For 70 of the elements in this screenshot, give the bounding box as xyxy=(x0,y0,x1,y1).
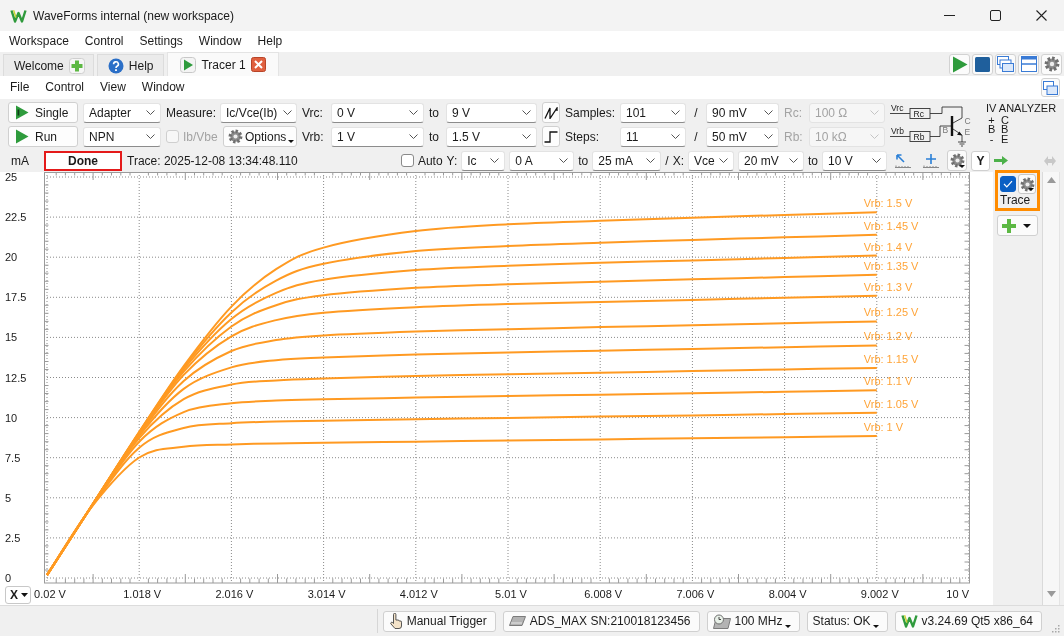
tick-label: 3.014 V xyxy=(307,588,346,600)
field-label: to xyxy=(429,105,440,120)
series-label: Vrb: 1 V xyxy=(863,421,904,434)
trace-label: Trace xyxy=(1000,194,1032,207)
field-label: Y: xyxy=(446,153,458,168)
field-label: Vrb: xyxy=(302,129,325,144)
terminal-label: B xyxy=(1001,125,1008,135)
tick-label: 12.5 xyxy=(5,371,27,384)
tick-label: 20 xyxy=(5,251,18,264)
tick-label: 0 xyxy=(5,572,12,584)
checkbox-label: Ib/Vbe xyxy=(183,129,218,144)
field-label: Measure: xyxy=(166,105,217,120)
tick-label: 2.016 V xyxy=(215,588,254,600)
field-label: to xyxy=(578,153,589,168)
field-label: Rc: xyxy=(784,105,803,120)
pin-label: - xyxy=(988,134,994,144)
series-label: Vrb: 1.45 V xyxy=(863,219,919,232)
window-title: WaveForms internal (new workspace) xyxy=(33,8,234,23)
field-label: Steps: xyxy=(565,129,601,144)
series-label: Vrb: 1.15 V xyxy=(863,352,919,365)
tick-label: 22.5 xyxy=(5,211,27,224)
field-label: to xyxy=(808,153,818,168)
series-label: Vrb: 1.2 V xyxy=(863,330,913,343)
field-label: X: xyxy=(672,153,684,168)
separator-label: / xyxy=(665,153,669,168)
tick-label: 8.004 V xyxy=(768,588,807,600)
acquisition-status: Done xyxy=(44,150,122,171)
series-label: Vrb: 1.4 V xyxy=(863,240,913,253)
series-label: Vrb: 1.5 V xyxy=(863,197,913,210)
tick-label: 7.5 xyxy=(5,451,21,464)
tick-label: 15 xyxy=(5,331,18,344)
tick-label: 2.5 xyxy=(5,531,21,544)
field-label: Rb: xyxy=(784,129,804,144)
series-label: Vrb: 1.25 V xyxy=(863,306,919,319)
tick-label: 1.018 V xyxy=(123,588,162,600)
tick-label: 7.006 V xyxy=(676,588,715,600)
tick-label: 5.01 V xyxy=(495,588,527,600)
circuit-label: Vrb xyxy=(891,125,904,136)
tick-label: 9.002 V xyxy=(860,588,899,600)
tick-label: 17.5 xyxy=(5,291,27,304)
terminal-label: C xyxy=(1001,115,1008,125)
pin-label: B xyxy=(988,125,995,135)
tick-label: 6.008 V xyxy=(584,588,623,600)
checkbox-label: Auto xyxy=(417,153,443,168)
terminal-label: E xyxy=(1001,134,1008,144)
tick-label: 5 xyxy=(5,491,12,504)
separator-label: / xyxy=(693,129,699,144)
tick-label: 10 V xyxy=(946,588,969,600)
axis-unit-label: mA xyxy=(10,153,30,168)
series-label: Vrb: 1.1 V xyxy=(863,375,913,388)
series-label: Vrb: 1.05 V xyxy=(863,397,919,410)
circuit-label: C xyxy=(964,115,971,126)
analyzer-title: IV ANALYZER xyxy=(986,104,1058,114)
circuit-label: E xyxy=(964,126,971,137)
tick-label: 10 xyxy=(5,411,18,424)
trace-timestamp: Trace: 2025-12-08 13:34:48.110 xyxy=(127,153,298,168)
separator-label: / xyxy=(693,105,699,120)
circuit-label: B xyxy=(942,124,949,135)
tick-label: 4.012 V xyxy=(399,588,438,600)
pin-label: + xyxy=(988,115,995,125)
circuit-label: Vrc xyxy=(891,102,904,113)
field-label: Vrc: xyxy=(302,105,324,120)
tick-label: 25 xyxy=(5,172,18,183)
field-label: to xyxy=(429,129,440,144)
field-label: Samples: xyxy=(565,105,615,120)
tick-label: 0.02 V xyxy=(34,588,66,600)
circuit-label: Rb xyxy=(913,131,925,142)
series-label: Vrb: 1.35 V xyxy=(863,259,919,272)
series-label: Vrb: 1.3 V xyxy=(863,280,913,293)
circuit-label: Rc xyxy=(913,108,924,119)
